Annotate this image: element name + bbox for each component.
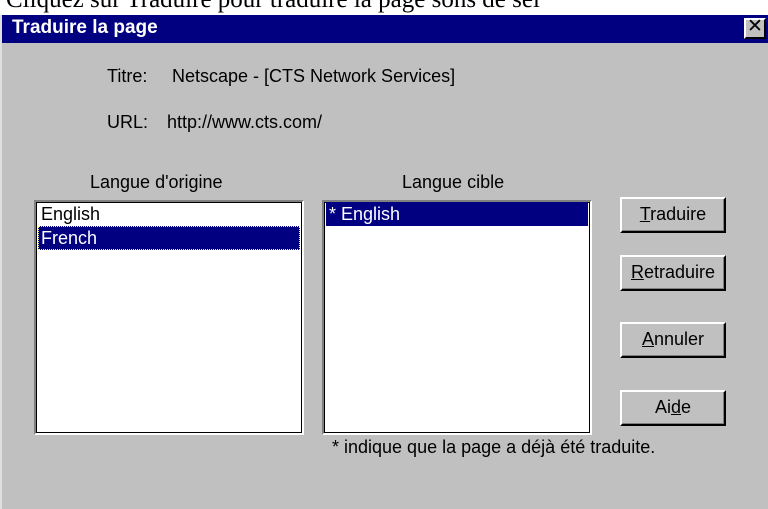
cancel-button[interactable]: Annuler xyxy=(620,322,726,358)
retranslate-button[interactable]: Retraduire xyxy=(620,255,726,291)
close-button[interactable]: ✕ xyxy=(744,16,766,39)
dialog-title: Traduire la page xyxy=(12,17,158,38)
url-value: http://www.cts.com/ xyxy=(167,112,323,132)
target-language-label: Langue cible xyxy=(402,172,505,192)
list-item[interactable]: English xyxy=(38,202,300,226)
background-page-text: Cliquez sur Traduire pour traduire la pa… xyxy=(0,0,768,16)
title-label: Titre: xyxy=(107,66,148,86)
source-language-list[interactable]: English French xyxy=(34,200,304,435)
help-button[interactable]: Aide xyxy=(620,390,726,426)
target-language-list[interactable]: * English xyxy=(322,200,592,435)
translated-note: * indique que la page a déjà été traduit… xyxy=(332,437,656,457)
list-item[interactable]: * English xyxy=(326,202,588,226)
title-bar[interactable]: Traduire la page ✕ xyxy=(2,15,768,43)
url-label: URL: xyxy=(107,112,149,132)
page-title-value: Netscape - [CTS Network Services] xyxy=(172,66,456,86)
list-item[interactable]: French xyxy=(38,226,300,250)
close-icon: ✕ xyxy=(747,16,763,37)
translate-button[interactable]: Traduire xyxy=(620,197,726,233)
translate-dialog: Traduire la page ✕ Titre: Netscape - [CT… xyxy=(0,15,768,509)
source-language-label: Langue d'origine xyxy=(90,172,223,192)
